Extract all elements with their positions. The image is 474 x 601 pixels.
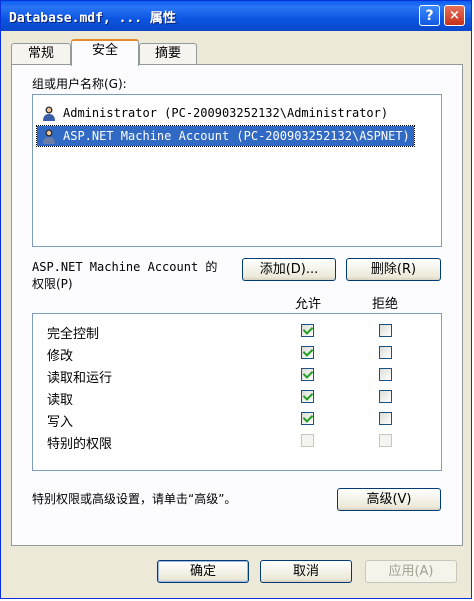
user-name: ASP.NET Machine Account (PC-200903252132… <box>63 129 410 143</box>
advanced-button[interactable]: 高级(V) <box>337 488 441 511</box>
list-item-administrator[interactable]: Administrator (PC-200903252132\Administr… <box>37 103 392 123</box>
deny-checkbox-modify[interactable] <box>379 346 392 359</box>
permissions-list: 完全控制 修改 读取和运行 读取 写入 特别的权限 <box>32 313 442 471</box>
permission-name: 写入 <box>47 415 74 430</box>
properties-dialog: Database.mdf, ... 属性 ? × 常规 安全 摘要 组或用户名称… <box>0 0 472 599</box>
deny-checkbox-read-execute[interactable] <box>379 368 392 381</box>
deny-column-header: 拒绝 <box>372 297 399 312</box>
allow-checkbox-full-control[interactable] <box>301 324 314 337</box>
permission-row-full-control: 完全控制 <box>33 320 441 342</box>
apply-button: 应用(A) <box>365 560 457 583</box>
deny-checkbox-special <box>379 434 392 447</box>
close-button[interactable]: × <box>444 5 465 26</box>
allow-column-header: 允许 <box>295 297 322 312</box>
list-item-aspnet[interactable]: ASP.NET Machine Account (PC-200903252132… <box>36 125 415 147</box>
help-button[interactable]: ? <box>419 5 440 26</box>
ok-button[interactable]: 确定 <box>157 560 249 583</box>
allow-checkbox-read-execute[interactable] <box>301 368 314 381</box>
allow-checkbox-special <box>301 434 314 447</box>
permission-row-modify: 修改 <box>33 342 441 364</box>
permission-row-special: 特别的权限 <box>33 430 441 452</box>
users-list[interactable]: Administrator (PC-200903252132\Administr… <box>32 94 442 247</box>
user-icon <box>43 106 55 121</box>
permission-name: 修改 <box>47 349 74 364</box>
title-bar[interactable]: Database.mdf, ... 属性 ? × <box>1 1 471 31</box>
remove-button[interactable]: 删除(R) <box>346 258 441 281</box>
user-name: Administrator (PC-200903252132\Administr… <box>63 106 389 120</box>
users-label: 组或用户名称(G): <box>32 77 127 91</box>
window-title: Database.mdf, ... 属性 <box>9 11 176 26</box>
allow-checkbox-read[interactable] <box>301 390 314 403</box>
permission-name: 读取和运行 <box>47 371 113 386</box>
advanced-hint: 特别权限或高级设置，请单击“高级”。 <box>32 492 237 506</box>
cancel-button[interactable]: 取消 <box>260 560 352 583</box>
permission-row-write: 写入 <box>33 408 441 430</box>
security-panel: 组或用户名称(G): Administrator (PC-20090325213… <box>11 64 463 546</box>
user-icon <box>43 129 55 144</box>
permissions-label-line2: 权限(P) <box>32 277 73 291</box>
permission-row-read: 读取 <box>33 386 441 408</box>
permissions-label-line1: ASP.NET Machine Account 的 <box>32 260 218 274</box>
tab-security[interactable]: 安全 <box>71 39 139 66</box>
add-button[interactable]: 添加(D)... <box>242 258 336 281</box>
allow-checkbox-write[interactable] <box>301 412 314 425</box>
permission-name: 读取 <box>47 393 74 408</box>
permission-name: 完全控制 <box>47 327 100 342</box>
tab-summary[interactable]: 摘要 <box>139 43 197 65</box>
permission-name: 特别的权限 <box>47 437 113 452</box>
tab-general[interactable]: 常规 <box>11 43 71 65</box>
deny-checkbox-read[interactable] <box>379 390 392 403</box>
deny-checkbox-full-control[interactable] <box>379 324 392 337</box>
allow-checkbox-modify[interactable] <box>301 346 314 359</box>
deny-checkbox-write[interactable] <box>379 412 392 425</box>
permission-row-read-execute: 读取和运行 <box>33 364 441 386</box>
